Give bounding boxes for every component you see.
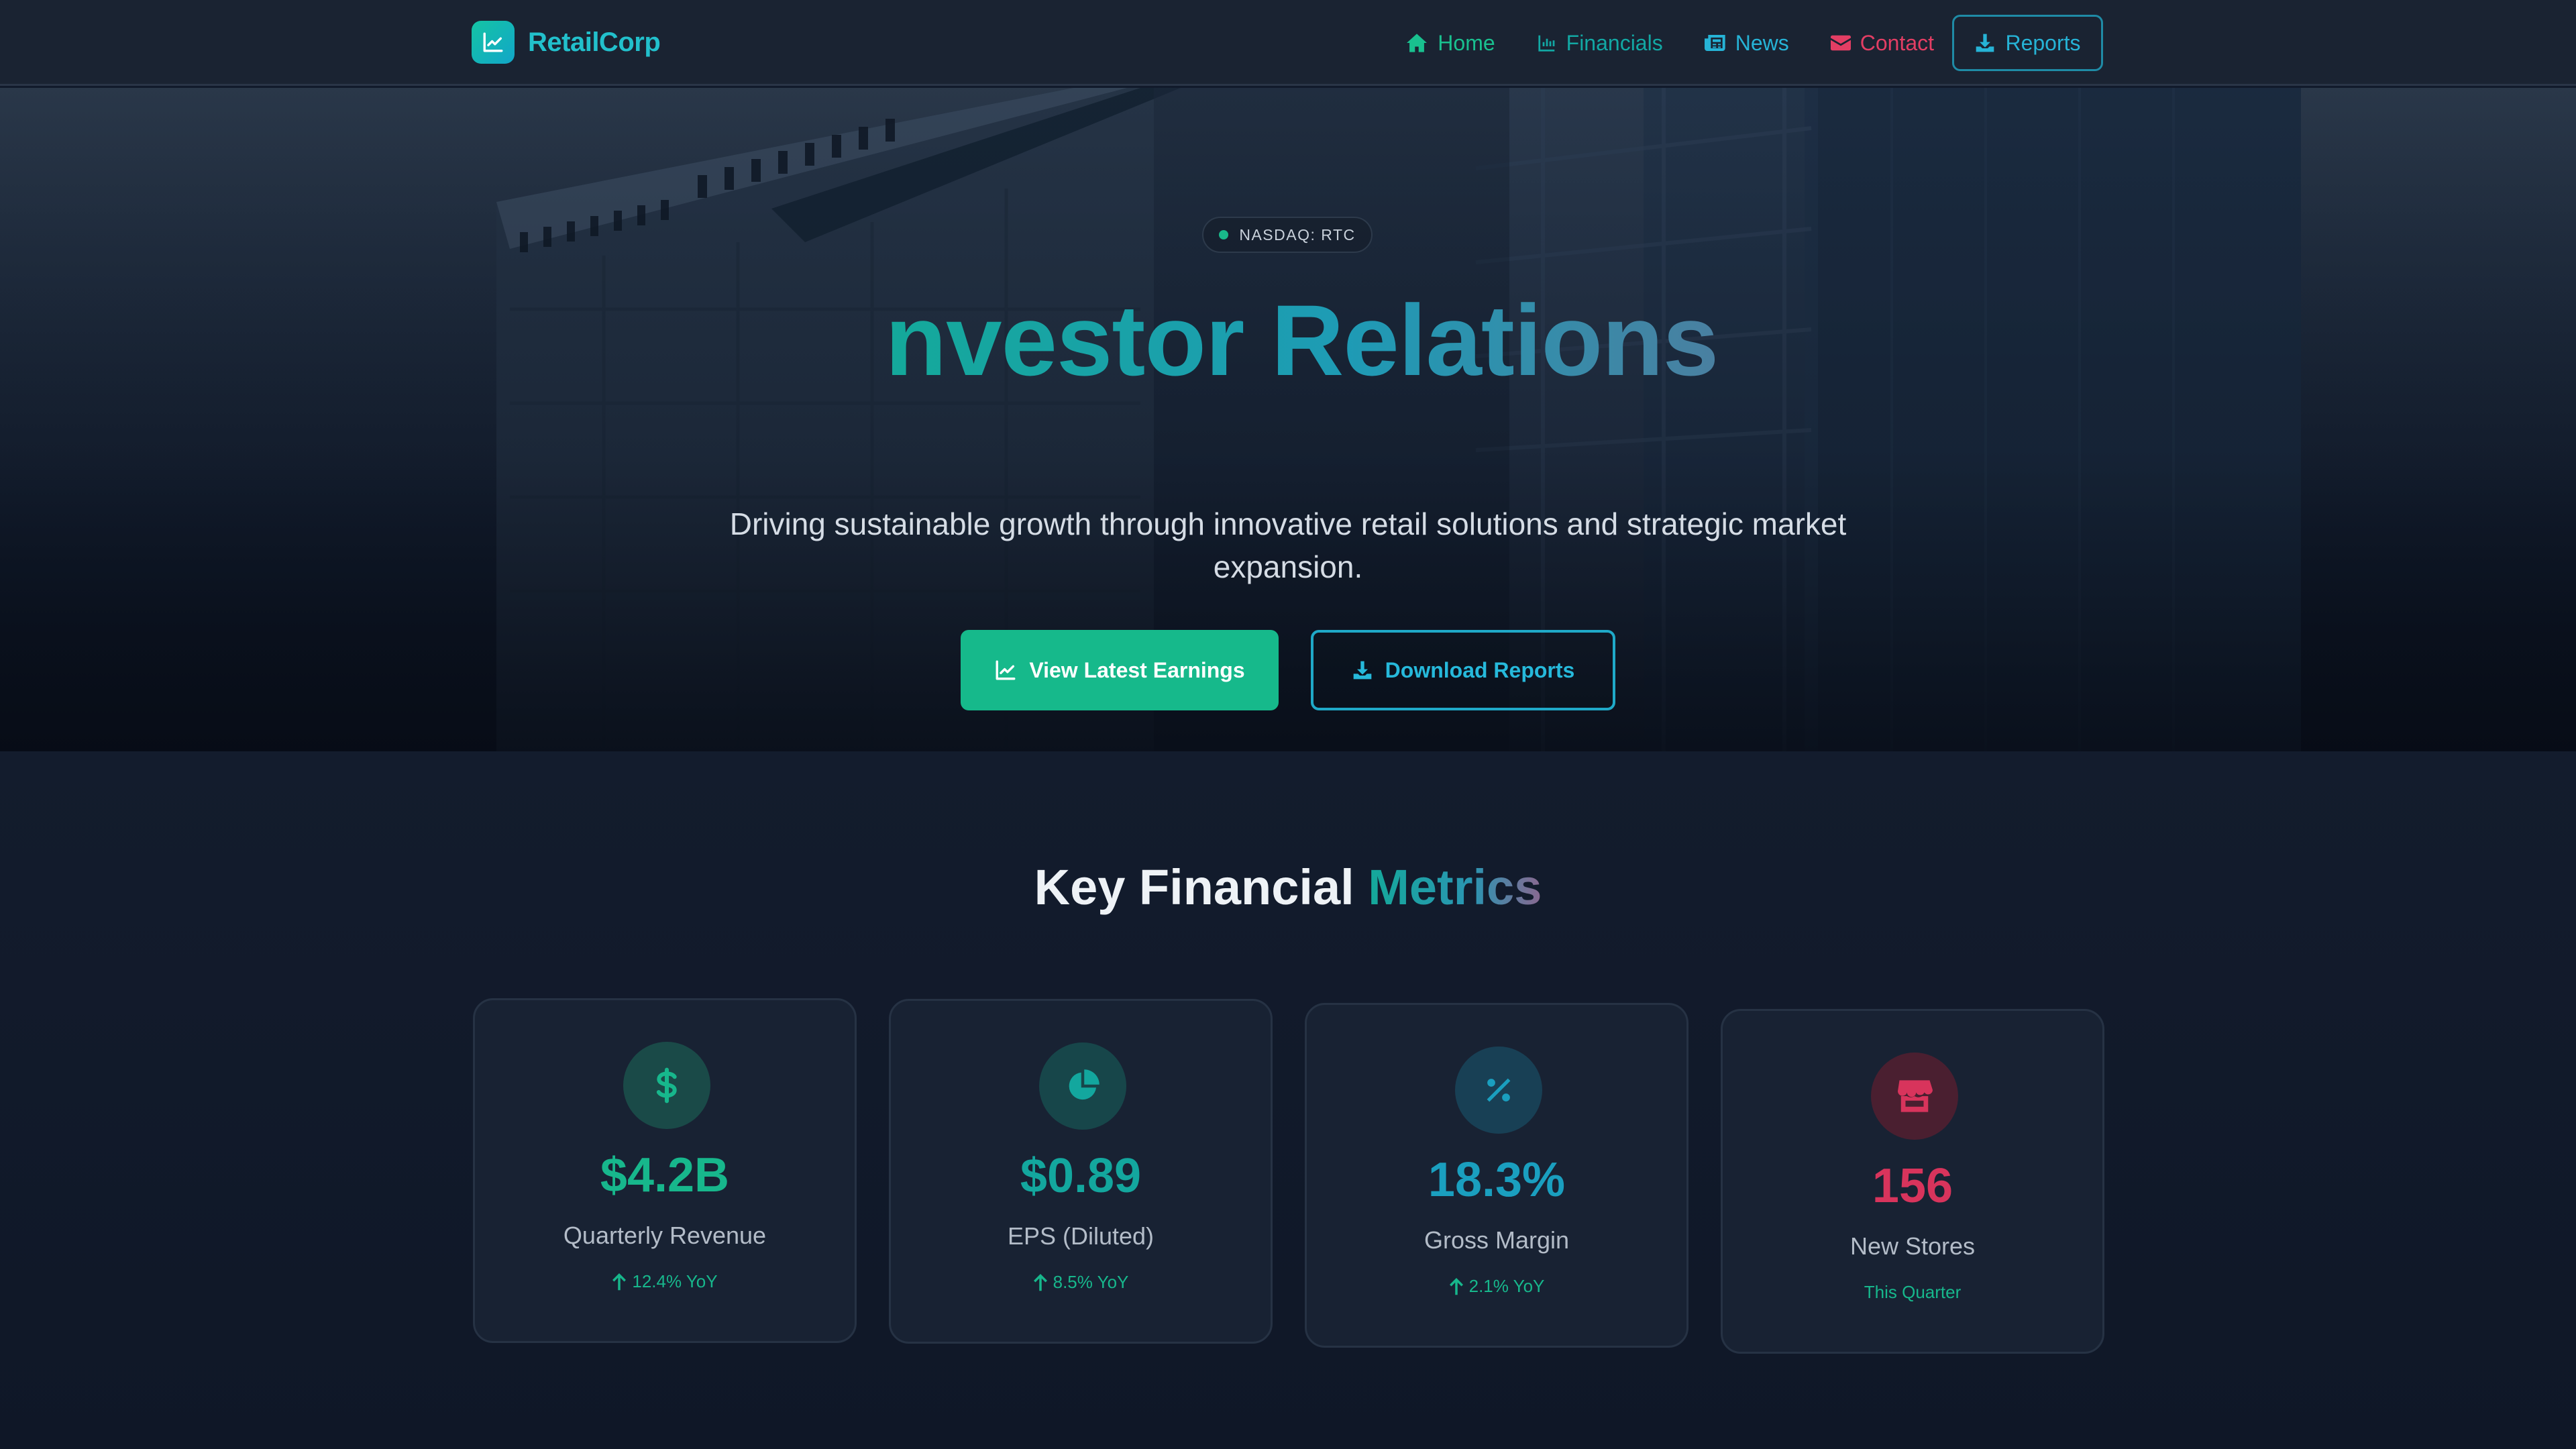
metric-change: 12.4% YoY bbox=[475, 1271, 855, 1292]
store-icon bbox=[1871, 1053, 1958, 1140]
arrow-up-icon bbox=[1033, 1273, 1047, 1291]
page: RetailCorp Home Financials News Contact … bbox=[0, 0, 2576, 1449]
metric-label: New Stores bbox=[1849, 1232, 1976, 1260]
button-label: View Latest Earnings bbox=[1029, 657, 1245, 682]
navbar: RetailCorp Home Financials News Contact … bbox=[0, 0, 2576, 86]
button-label: Download Reports bbox=[1385, 657, 1575, 682]
download-icon bbox=[1976, 34, 1994, 52]
nav-item-contact[interactable]: Contact bbox=[1830, 30, 1934, 56]
newspaper-icon bbox=[1704, 35, 1725, 51]
metric-change-label: 12.4% YoY bbox=[632, 1271, 718, 1291]
arrow-up-icon bbox=[612, 1273, 627, 1290]
nav-links: Home Financials News Contact bbox=[1405, 0, 1934, 86]
metric-value: $0.89 bbox=[1020, 1149, 1142, 1203]
metric-card-gross-margin: 18.3% Gross Margin 2.1% YoY bbox=[1305, 1003, 1688, 1348]
section-title-main: Key Financial bbox=[1034, 859, 1354, 915]
nav-item-label: Contact bbox=[1860, 30, 1934, 55]
pie-chart-icon bbox=[1039, 1042, 1126, 1130]
chart-line-icon bbox=[996, 660, 1016, 680]
nav-item-label: Financials bbox=[1566, 30, 1663, 55]
nav-item-home[interactable]: Home bbox=[1405, 31, 1495, 56]
metric-card-new-stores: 156 New Stores This Quarter bbox=[1721, 1009, 2104, 1354]
metric-change-label: This Quarter bbox=[1864, 1282, 1962, 1302]
metric-value: 156 bbox=[1872, 1159, 1953, 1213]
metric-label: EPS (Diluted) bbox=[1007, 1222, 1155, 1250]
envelope-icon bbox=[1830, 35, 1851, 51]
metric-card-eps: $0.89 EPS (Diluted) 8.5% YoY bbox=[889, 999, 1273, 1344]
metric-value: 18.3% bbox=[1428, 1153, 1566, 1207]
dollar-icon bbox=[623, 1042, 710, 1129]
chart-icon bbox=[1538, 35, 1555, 52]
brand-name: RetailCorp bbox=[528, 27, 661, 57]
ticker-badge: NASDAQ: RTC bbox=[1202, 217, 1373, 253]
nav-item-news[interactable]: News bbox=[1704, 30, 1789, 56]
hero-overlay bbox=[0, 88, 2576, 751]
metric-change-label: 8.5% YoY bbox=[1053, 1272, 1129, 1292]
arrow-up-icon bbox=[1449, 1277, 1463, 1295]
metric-change: This Quarter bbox=[1723, 1282, 2102, 1303]
nav-item-label: News bbox=[1735, 30, 1789, 55]
hero-section: NASDAQ: RTC Investor Relations Driving s… bbox=[0, 88, 2576, 751]
section-title: Key Financial Metrics bbox=[0, 859, 2576, 916]
metric-change: 2.1% YoY bbox=[1307, 1276, 1686, 1297]
hero-subtitle: Driving sustainable growth through innov… bbox=[729, 506, 1847, 584]
home-icon bbox=[1407, 34, 1428, 52]
nav-item-financials[interactable]: Financials bbox=[1537, 31, 1663, 56]
reports-button[interactable]: Reports bbox=[1952, 15, 2103, 71]
nav-item-label: Home bbox=[1438, 30, 1495, 55]
metric-change-label: 2.1% YoY bbox=[1468, 1276, 1545, 1296]
metric-label: Gross Margin bbox=[1424, 1226, 1570, 1254]
reports-button-label: Reports bbox=[2005, 30, 2081, 55]
download-icon bbox=[1353, 661, 1371, 680]
view-latest-earnings-button[interactable]: View Latest Earnings bbox=[961, 630, 1279, 710]
metric-value: $4.2B bbox=[600, 1148, 730, 1202]
page-title: Investor Relations bbox=[0, 282, 2576, 398]
metrics-section: Key Financial Metrics $4.2B Quarterly Re… bbox=[0, 751, 2576, 1449]
metric-label: Quarterly Revenue bbox=[563, 1222, 767, 1249]
brand-link[interactable]: RetailCorp bbox=[472, 20, 661, 64]
metric-card-revenue: $4.2B Quarterly Revenue 12.4% YoY bbox=[473, 998, 857, 1343]
ticker-label: NASDAQ: RTC bbox=[1239, 225, 1356, 244]
download-reports-button[interactable]: Download Reports bbox=[1311, 630, 1615, 710]
section-title-accent: Metrics bbox=[1368, 859, 1542, 915]
percent-icon bbox=[1455, 1046, 1542, 1134]
status-dot bbox=[1219, 230, 1229, 239]
metric-change: 8.5% YoY bbox=[891, 1272, 1271, 1293]
chart-line-icon bbox=[472, 21, 515, 64]
